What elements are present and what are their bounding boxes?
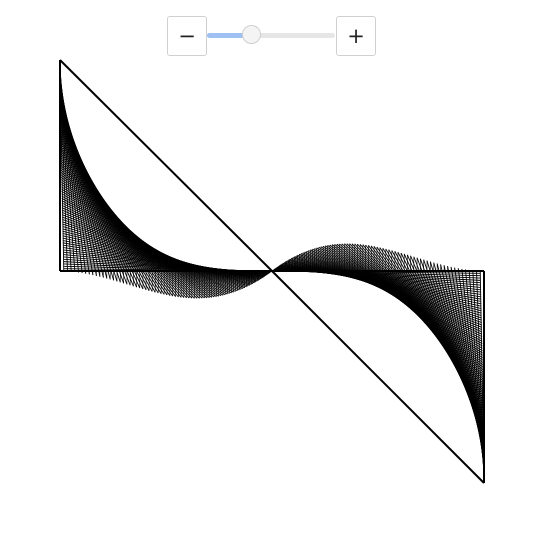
slider-thumb[interactable] — [242, 25, 262, 44]
density-slider[interactable] — [207, 16, 335, 56]
control-bar: − + — [167, 16, 376, 56]
line-art-figure — [59, 59, 485, 484]
right-fan — [271, 243, 485, 484]
canvas-stage: − + — [0, 0, 543, 543]
decrement-button[interactable]: − — [167, 16, 207, 56]
increment-button[interactable]: + — [336, 16, 376, 56]
minus-icon: − — [178, 24, 196, 48]
plus-icon: + — [347, 24, 365, 48]
left-fan — [59, 59, 273, 299]
